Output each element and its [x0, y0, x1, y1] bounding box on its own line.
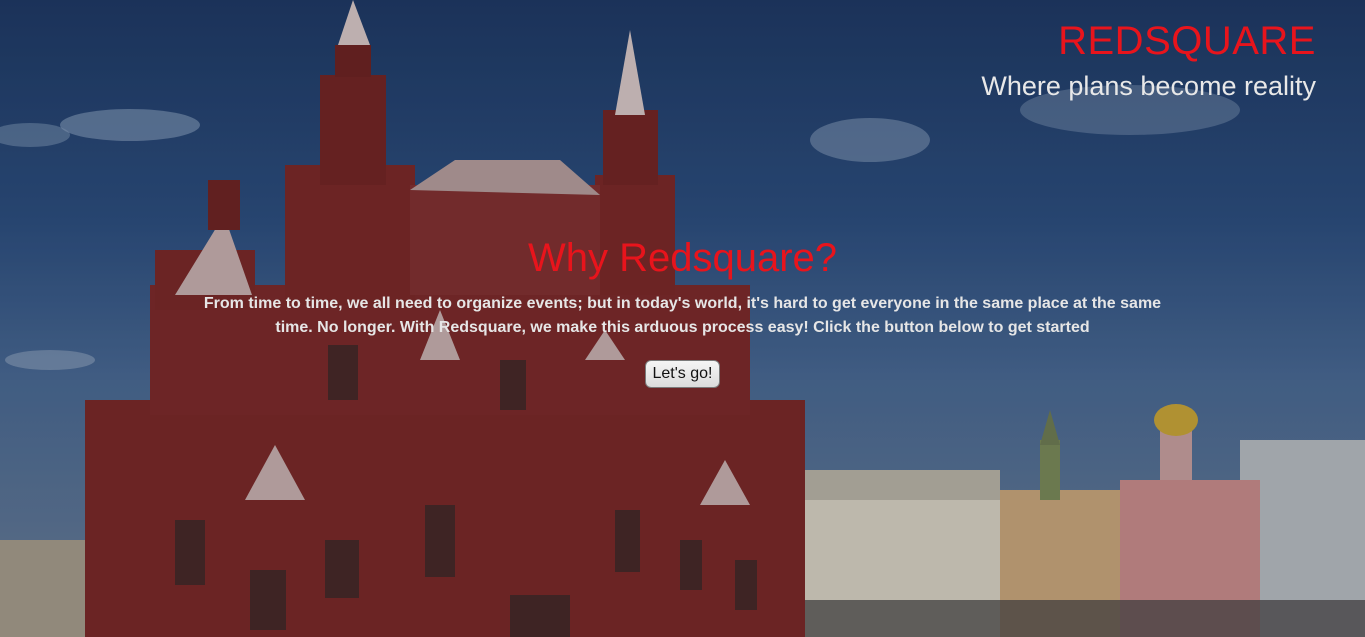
hero-description: From time to time, we all need to organi…	[203, 295, 1162, 336]
landing-page: REDSQUARE Where plans become reality Why…	[0, 0, 1365, 637]
brand-tagline: Where plans become reality	[981, 71, 1316, 101]
brand-logo-text: REDSQUARE	[1058, 19, 1316, 63]
hero-title: Why Redsquare?	[527, 236, 838, 280]
hero-section: Why Redsquare? From time to time, we all…	[200, 234, 1165, 388]
lets-go-button[interactable]: Let's go!	[644, 360, 721, 388]
site-header: REDSQUARE Where plans become reality	[981, 18, 1316, 102]
